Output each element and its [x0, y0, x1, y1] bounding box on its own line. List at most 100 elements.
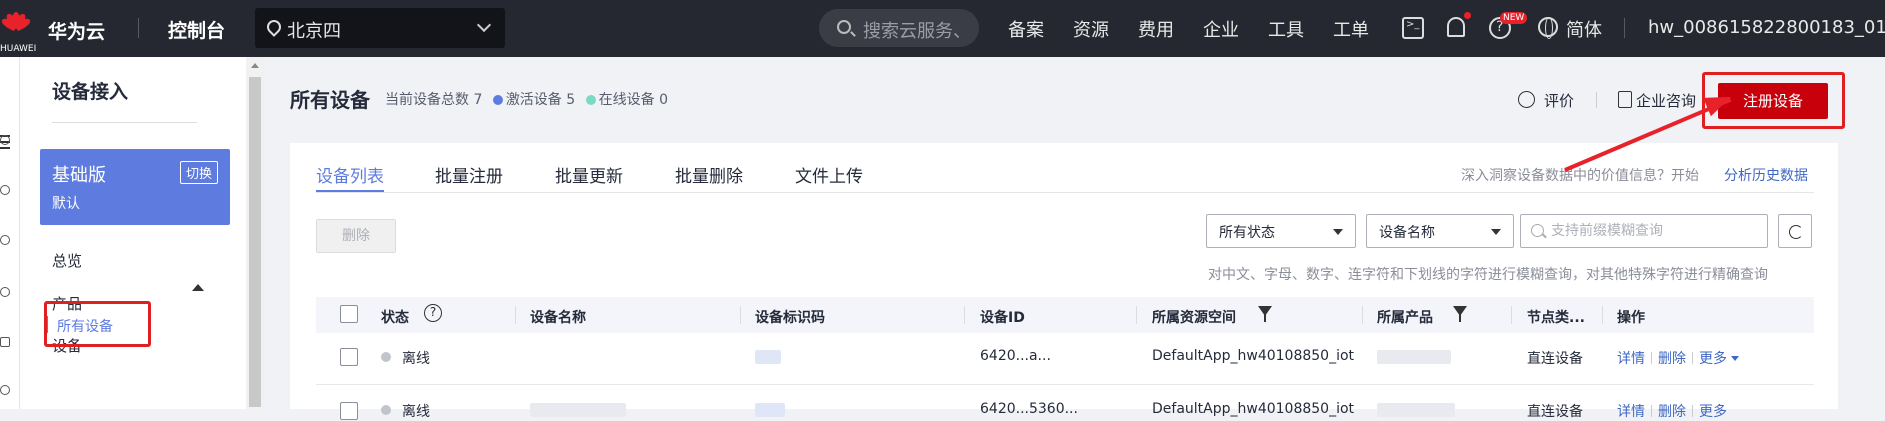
globe-icon[interactable]: [1538, 17, 1558, 39]
masked-device-name: [530, 403, 626, 417]
cloud-shell-icon[interactable]: [1402, 17, 1424, 39]
sidebar-scrollbar[interactable]: [246, 57, 264, 409]
chevron-down-icon: [1731, 356, 1739, 361]
col-device-name: 设备名称: [530, 310, 586, 326]
divider: [52, 122, 197, 123]
refresh-button[interactable]: [1778, 214, 1812, 248]
consult-icon[interactable]: [1618, 91, 1632, 108]
nav-billing[interactable]: 费用: [1138, 16, 1174, 42]
highlight-box: [44, 301, 151, 347]
col-status: 状态: [381, 310, 409, 326]
more-link[interactable]: 更多: [1699, 404, 1727, 420]
row-checkbox[interactable]: [340, 348, 358, 366]
col-divider: [515, 306, 516, 324]
dropdown-icon: [1491, 229, 1501, 235]
row-operations: 详情 删除 更多: [1617, 401, 1727, 421]
col-divider: [740, 306, 741, 324]
global-search[interactable]: 搜索云服务、: [819, 9, 979, 47]
row-delete-link[interactable]: 删除: [1658, 404, 1686, 420]
col-device-id: 设备ID: [980, 310, 1025, 326]
rail-icon[interactable]: [0, 235, 10, 245]
rail-icon[interactable]: [0, 135, 10, 145]
online-dot: [585, 95, 596, 105]
rail-icon[interactable]: [0, 185, 10, 195]
language-switch[interactable]: 简体: [1566, 16, 1602, 42]
bell-icon[interactable]: [1447, 17, 1465, 37]
status-select[interactable]: 所有状态: [1206, 214, 1356, 248]
col-resource-space: 所属资源空间: [1152, 310, 1236, 326]
tab-batch-delete[interactable]: 批量删除: [675, 162, 743, 187]
nav-tickets[interactable]: 工单: [1333, 16, 1369, 42]
dropdown-icon: [1333, 229, 1343, 235]
masked-product: [1377, 350, 1451, 364]
row-resource-space: DefaultApp_hw40108850_iot: [1152, 401, 1355, 417]
nav-resources[interactable]: 资源: [1073, 16, 1109, 42]
filter-icon[interactable]: [1453, 306, 1467, 322]
sidebar-item-overview[interactable]: 总览: [52, 250, 82, 271]
row-resource-space: DefaultApp_hw40108850_iot: [1152, 348, 1355, 364]
region-selector[interactable]: 北京四: [255, 8, 505, 48]
tab-device-list[interactable]: 设备列表: [316, 162, 384, 187]
masked-product: [1377, 403, 1455, 417]
user-account[interactable]: hw_008615822800183_01: [1648, 17, 1885, 38]
divider: [1624, 18, 1625, 38]
edition-name: 基础版: [52, 165, 106, 186]
rail-icon[interactable]: [0, 287, 10, 297]
scrollbar-thumb[interactable]: [249, 77, 261, 407]
status-dot: [381, 352, 391, 362]
rate-link[interactable]: 评价: [1544, 90, 1574, 111]
status-dot: [381, 405, 391, 415]
delete-button[interactable]: 删除: [316, 219, 396, 253]
tabs-divider: [316, 192, 1814, 193]
device-search-box[interactable]: [1520, 214, 1768, 248]
col-divider: [1136, 306, 1137, 324]
row-delete-link[interactable]: 删除: [1658, 351, 1686, 367]
collapse-caret-icon[interactable]: [192, 284, 204, 291]
col-node-type: 节点类...: [1527, 310, 1585, 326]
brand-name[interactable]: 华为云: [48, 17, 105, 44]
smile-icon[interactable]: [1518, 91, 1535, 108]
row-device-id: 6420...5360...: [980, 401, 1078, 417]
page-title: 所有设备: [290, 88, 370, 112]
nav-beian[interactable]: 备案: [1008, 16, 1044, 42]
location-pin-icon: [264, 17, 284, 37]
col-product: 所属产品: [1377, 310, 1433, 326]
device-search-input[interactable]: [1551, 221, 1761, 241]
col-node-id: 设备标识码: [755, 310, 825, 326]
service-icon-rail: [0, 57, 20, 409]
more-link[interactable]: 更多: [1699, 351, 1727, 367]
select-all-checkbox[interactable]: [340, 305, 358, 323]
tab-file-upload[interactable]: 文件上传: [795, 162, 863, 187]
row-node-type: 直连设备: [1527, 351, 1583, 367]
analyze-history-link[interactable]: 分析历史数据: [1724, 165, 1808, 185]
new-badge: NEW: [1500, 12, 1528, 24]
status-help-icon[interactable]: ?: [424, 304, 442, 322]
sidebar-title: 设备接入: [52, 81, 129, 103]
tab-batch-update[interactable]: 批量更新: [555, 162, 623, 187]
row-operations: 详情 删除 更多: [1617, 348, 1739, 368]
console-link[interactable]: 控制台: [168, 16, 225, 43]
rail-icon[interactable]: [0, 337, 10, 347]
scroll-up-icon[interactable]: [251, 63, 259, 68]
rail-icon[interactable]: [0, 385, 10, 395]
nav-enterprise[interactable]: 企业: [1203, 16, 1239, 42]
status-select-value: 所有状态: [1219, 225, 1275, 241]
field-select[interactable]: 设备名称: [1366, 214, 1514, 248]
nav-tools[interactable]: 工具: [1268, 16, 1304, 42]
filter-icon[interactable]: [1258, 306, 1272, 322]
row-checkbox[interactable]: [340, 402, 358, 420]
search-placeholder: 搜索云服务、: [863, 21, 971, 42]
top-bar: HUAWEI 华为云 控制台 北京四 搜索云服务、 备案 资源 费用 企业 工具…: [0, 0, 1885, 57]
detail-link[interactable]: 详情: [1617, 404, 1645, 420]
row-status: 离线: [402, 404, 430, 420]
switch-edition-button[interactable]: 切换: [179, 161, 218, 184]
active-tab-underline: [316, 190, 384, 192]
detail-link[interactable]: 详情: [1617, 351, 1645, 367]
notification-dot: [1464, 12, 1471, 19]
huawei-logo-icon[interactable]: HUAWEI: [0, 10, 36, 54]
edition-card: 基础版 默认 切换: [40, 149, 230, 225]
row-device-id: 6420...a...: [980, 348, 1051, 364]
tab-batch-register[interactable]: 批量注册: [435, 162, 503, 187]
sidebar: 设备接入 基础版 默认 切换 总览 产品 设备: [20, 57, 246, 409]
consult-link[interactable]: 企业咨询: [1636, 90, 1696, 111]
